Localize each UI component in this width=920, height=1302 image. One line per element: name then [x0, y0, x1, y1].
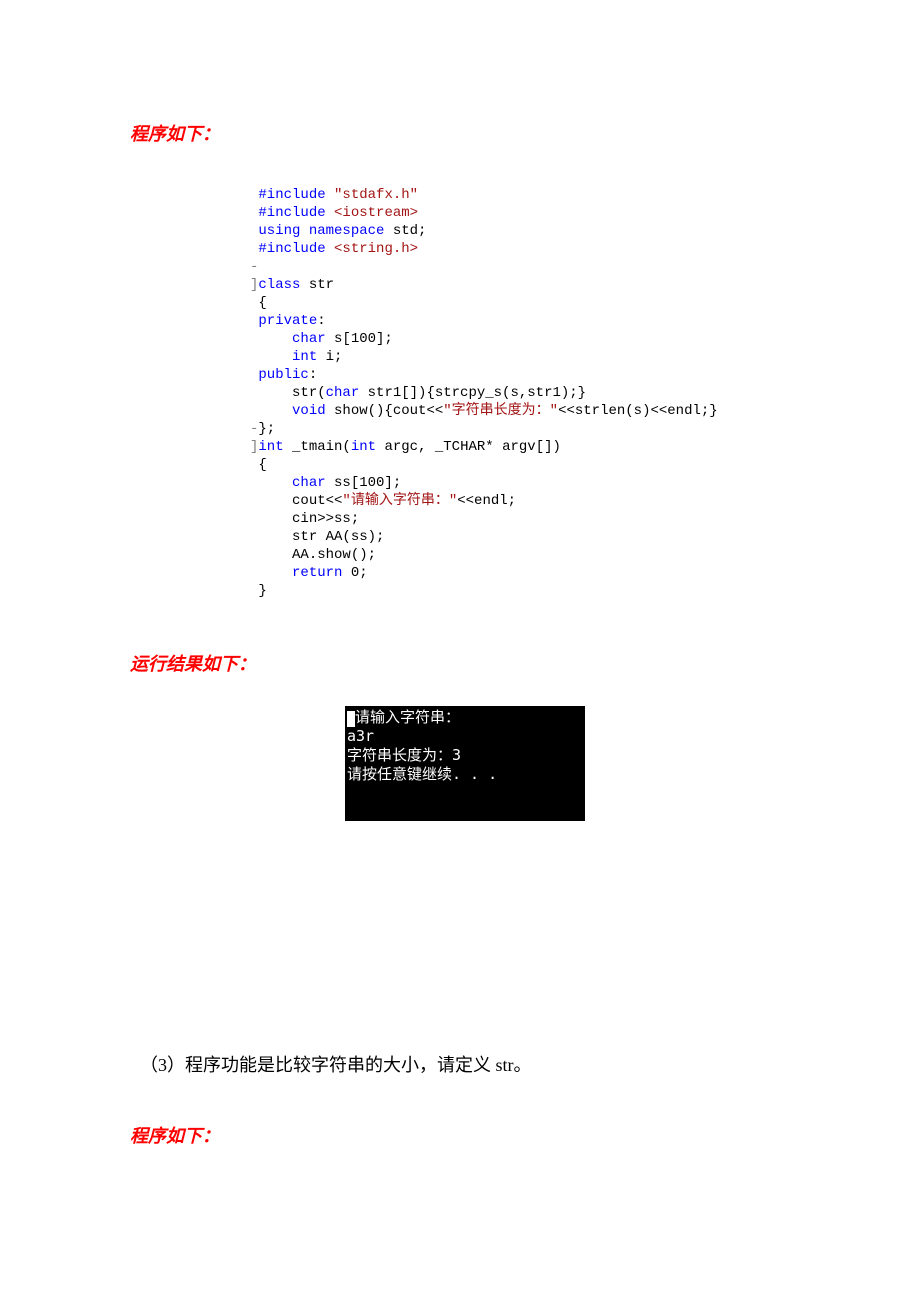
console-line: a3r: [347, 727, 374, 745]
code-line: cout<<"请输入字符串："<<endl;: [250, 493, 516, 509]
console-output: 请输入字符串： a3r 字符串长度为：3 请按任意键继续. . .: [345, 706, 585, 821]
console-line: 请输入字符串：: [355, 708, 460, 726]
code-line: return 0;: [250, 565, 368, 581]
code-line: ]int _tmain(int argc, _TCHAR* argv[]): [250, 439, 561, 455]
code-line: cin>>ss;: [250, 511, 359, 527]
code-line: {: [250, 457, 267, 473]
code-line: }: [250, 583, 267, 599]
code-block-1: #include "stdafx.h" #include <iostream> …: [250, 186, 750, 600]
heading-result: 运行结果如下：: [130, 650, 790, 676]
code-line: str(char str1[]){strcpy_s(s,str1);}: [250, 385, 586, 401]
problem-text: （3）程序功能是比较字符串的大小，请定义 str。: [130, 1051, 790, 1077]
console-line: 请按任意键继续. . .: [347, 765, 497, 783]
code-line: #include <string.h>: [250, 241, 418, 257]
code-line: str AA(ss);: [250, 529, 384, 545]
cursor-icon: [347, 711, 355, 727]
code-line: int i;: [250, 349, 342, 365]
code-line: -};: [250, 421, 275, 437]
code-line: AA.show();: [250, 547, 376, 563]
console-line: 字符串长度为：3: [347, 746, 461, 764]
heading-program-2: 程序如下：: [130, 1122, 790, 1148]
code-line: char s[100];: [250, 331, 393, 347]
code-line: public:: [250, 367, 317, 383]
code-line: {: [250, 295, 267, 311]
code-line: char ss[100];: [250, 475, 401, 491]
code-line: -: [250, 259, 258, 275]
code-line: void show(){cout<<"字符串长度为："<<strlen(s)<<…: [250, 403, 718, 419]
code-line: #include <iostream>: [250, 205, 418, 221]
result-section: 运行结果如下： 请输入字符串： a3r 字符串长度为：3 请按任意键继续. . …: [130, 650, 790, 821]
code-line: using namespace std;: [250, 223, 426, 239]
code-line: private:: [250, 313, 326, 329]
code-line: ]class str: [250, 277, 334, 293]
code-line: #include "stdafx.h": [250, 187, 418, 203]
heading-program: 程序如下：: [130, 120, 790, 146]
document-page: 程序如下： #include "stdafx.h" #include <iost…: [0, 0, 920, 1288]
